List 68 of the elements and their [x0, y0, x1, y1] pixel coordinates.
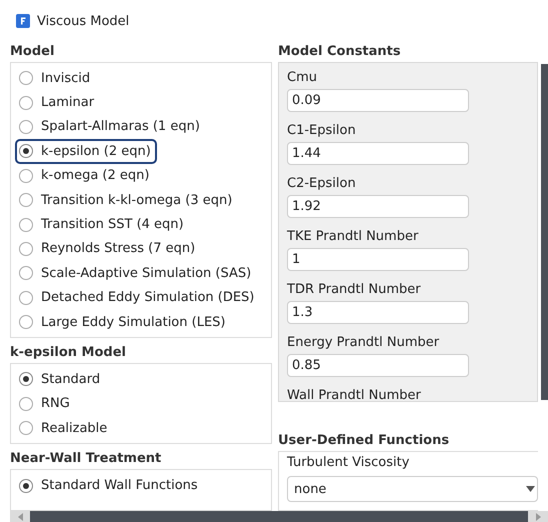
window-title: Viscous Model	[37, 14, 130, 28]
field-label: Wall Prandtl Number	[287, 387, 422, 401]
option-label: Transition SST (4 eqn)	[41, 217, 184, 232]
field-label: TKE Prandtl Number	[287, 228, 420, 246]
field-label: C1-Epsilon	[287, 122, 357, 140]
option-label: Standard	[41, 372, 100, 387]
option-label: RNG	[41, 396, 70, 412]
dropdown[interactable]: none	[287, 476, 538, 502]
field-label: Energy Prandtl Number	[287, 334, 440, 352]
input-field[interactable]: 1.44	[287, 142, 469, 165]
radio-button[interactable]	[19, 193, 33, 208]
radio-option[interactable]: Transition SST (4 eqn)	[15, 212, 190, 237]
option-label: Laminar	[41, 95, 94, 110]
section-heading: Model Constants	[278, 43, 402, 61]
radio-option[interactable]: k-epsilon (2 eqn)	[15, 139, 157, 164]
input-field[interactable]: 1	[287, 248, 469, 271]
radio-button[interactable]	[19, 290, 33, 305]
field-label: Cmu	[287, 69, 318, 87]
radio-option[interactable]: Detached Eddy Simulation (DES)	[15, 286, 260, 310]
radio-button[interactable]	[19, 242, 33, 256]
option-label: Detached Eddy Simulation (DES)	[41, 290, 254, 306]
radio-button[interactable]	[19, 120, 33, 134]
input-field[interactable]: 0.09	[287, 89, 469, 112]
option-label: k-epsilon (2 eqn)	[41, 144, 151, 159]
option-label: Realizable	[41, 420, 108, 436]
radio-option[interactable]: Spalart-Allmaras (1 eqn)	[15, 114, 206, 140]
radio-option[interactable]: Laminar	[15, 90, 100, 115]
input-field[interactable]: 1.3	[287, 301, 469, 324]
radio-button[interactable]	[19, 315, 33, 330]
input-field[interactable]: 0.85	[287, 354, 469, 377]
section-heading: Model	[10, 43, 56, 61]
option-label: Reynolds Stress (7 eqn)	[41, 241, 196, 256]
scrollbar[interactable]	[10, 511, 548, 522]
radio-button[interactable]	[19, 396, 33, 411]
radio-option[interactable]: Large Eddy Simulation (LES)	[15, 310, 232, 334]
radio-button[interactable]	[19, 372, 33, 386]
field-label: Turbulent Viscosity	[287, 454, 410, 472]
radio-option[interactable]: Scale-Adaptive Simulation (SAS)	[15, 261, 258, 286]
radio-option[interactable]: k-omega (2 eqn)	[15, 164, 156, 188]
radio-option[interactable]: Inviscid	[15, 66, 96, 90]
option-label: Transition k-kl-omega (3 eqn)	[41, 192, 232, 208]
option-label: Inviscid	[41, 70, 90, 86]
option-label: Standard Wall Functions	[41, 478, 198, 494]
section-heading: User-Defined Functions	[278, 432, 450, 450]
section-heading: Near-Wall Treatment	[10, 450, 162, 468]
caret-icon	[526, 486, 535, 492]
radio-button[interactable]	[19, 266, 33, 280]
right-arrow-icon	[536, 512, 540, 520]
radio-button[interactable]	[19, 168, 33, 183]
radio-button[interactable]	[19, 218, 33, 232]
radio-option[interactable]: Transition k-kl-omega (3 eqn)	[15, 188, 238, 212]
field-label: C2-Epsilon	[287, 175, 357, 193]
scrollbar[interactable]	[541, 64, 548, 400]
option-label: Large Eddy Simulation (LES)	[41, 314, 226, 330]
field-label: TDR Prandtl Number	[287, 281, 422, 299]
option-label: k-omega (2 eqn)	[41, 168, 150, 184]
option-label: Scale-Adaptive Simulation (SAS)	[41, 266, 252, 281]
section-heading: k-epsilon Model	[10, 344, 127, 362]
radio-button[interactable]	[19, 71, 33, 86]
left-arrow-icon	[18, 512, 22, 520]
option-label: Spalart-Allmaras (1 eqn)	[41, 119, 200, 134]
app-icon	[16, 14, 30, 28]
radio-button[interactable]	[19, 478, 33, 493]
input-field[interactable]: 1.92	[287, 195, 469, 218]
radio-option[interactable]: Reynolds Stress (7 eqn)	[15, 236, 202, 262]
radio-button[interactable]	[19, 421, 33, 436]
radio-button[interactable]	[19, 144, 33, 158]
radio-button[interactable]	[19, 96, 33, 110]
